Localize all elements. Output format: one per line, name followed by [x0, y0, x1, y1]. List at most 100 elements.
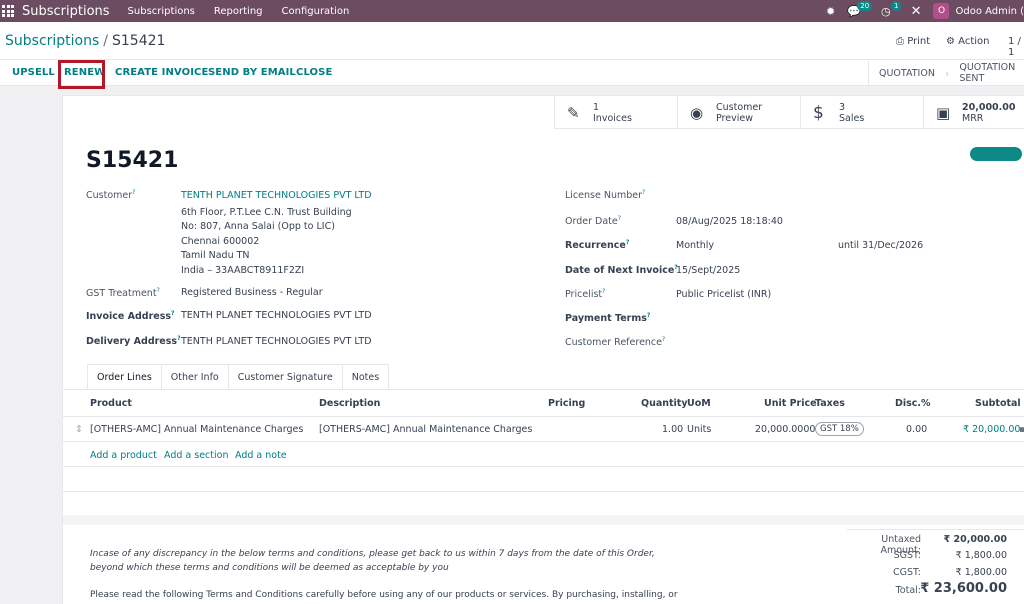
control-panel: Subscriptions / S15421 ⎙ Print ⚙ Action 1 …: [0, 22, 1024, 60]
delivery-address-label: Delivery Address?: [86, 335, 181, 347]
address-line-2: No: 807, Anna Salai (Opp to LIC): [181, 221, 335, 232]
sgst-label: SGST:: [893, 550, 921, 561]
next-invoice-field[interactable]: 15/Sept/2025: [676, 265, 740, 276]
row-disc[interactable]: 0.00: [906, 424, 927, 435]
address-line-4: Tamil Nadu TN: [181, 250, 250, 261]
help-icon[interactable]: ?: [647, 312, 650, 319]
address-line-5: India – 33AABCT8911F2ZI: [181, 265, 305, 276]
drag-handle-icon[interactable]: ⇕: [75, 424, 83, 435]
cgst-label: CGST:: [893, 567, 921, 578]
recurrence-field[interactable]: Monthly: [676, 240, 714, 251]
close-button[interactable]: CLOSE: [296, 67, 332, 78]
gst-field[interactable]: Registered Business - Regular: [181, 287, 323, 298]
add-product-link[interactable]: Add a product: [90, 450, 157, 461]
help-icon[interactable]: ?: [662, 336, 665, 343]
help-icon[interactable]: ?: [626, 239, 629, 246]
action-button[interactable]: ⚙ Action: [946, 36, 989, 47]
help-icon[interactable]: ?: [642, 189, 645, 196]
row-description[interactable]: [OTHERS-AMC] Annual Maintenance Charges: [319, 424, 532, 435]
license-label: License Number?: [565, 189, 645, 201]
row-uom[interactable]: Units: [687, 424, 711, 435]
messages-badge: 20: [857, 0, 873, 11]
pricelist-label-text: Pricelist: [565, 289, 603, 301]
tab-other-info[interactable]: Other Info: [160, 364, 229, 390]
tools-icon[interactable]: ✕: [911, 4, 922, 19]
help-icon[interactable]: ?: [132, 189, 135, 196]
row-divider: [63, 441, 1024, 442]
tab-order-lines[interactable]: Order Lines: [87, 364, 162, 390]
payment-terms-label-text: Payment Terms: [565, 313, 647, 325]
row-product[interactable]: [OTHERS-AMC] Annual Maintenance Charges: [90, 424, 303, 435]
chat-icon[interactable]: 💬 20: [847, 0, 873, 18]
app-grid-icon[interactable]: [2, 5, 16, 17]
dollar-icon: $: [813, 102, 824, 123]
col-description[interactable]: Description: [319, 398, 380, 409]
order-date-field[interactable]: 08/Aug/2025 18:18:40: [676, 216, 783, 227]
section-separator: [63, 515, 1024, 525]
breadcrumb: Subscriptions / S15421: [5, 33, 165, 49]
stage-quotation-sent[interactable]: QUOTATION SENT: [949, 62, 1024, 84]
col-disc[interactable]: Disc.%: [895, 398, 931, 409]
next-invoice-label-text: Date of Next Invoice: [565, 265, 675, 277]
customer-field[interactable]: TENTH PLANET TECHNOLOGIES PVT LTD: [181, 190, 372, 201]
send-email-button[interactable]: SEND BY EMAIL: [208, 67, 296, 78]
menu-configuration[interactable]: Configuration: [282, 6, 350, 17]
row-quantity[interactable]: 1.00: [662, 424, 683, 435]
row-unit-price[interactable]: 20,000.0000: [755, 424, 815, 435]
stage-quotation[interactable]: QUOTATION: [869, 68, 945, 79]
smart-sales-count: 3: [839, 101, 846, 113]
delivery-address-field[interactable]: TENTH PLANET TECHNOLOGIES PVT LTD: [181, 336, 372, 347]
customer-label: Customer?: [86, 189, 135, 201]
smart-button-customer-preview[interactable]: ◉ Customer Preview: [677, 96, 800, 129]
smart-button-mrr[interactable]: ▣ 20,000.00 MRR: [923, 96, 1024, 129]
help-icon[interactable]: ?: [171, 310, 174, 317]
smart-mrr-value: 20,000.00: [962, 101, 1016, 113]
smart-button-invoices[interactable]: ✎ 1 Invoices: [554, 96, 677, 129]
totals-panel: Untaxed Amount: ₹ 20,000.00 SGST: ₹ 1,80…: [847, 529, 1024, 596]
avatar[interactable]: O: [933, 3, 950, 19]
help-icon[interactable]: ?: [618, 215, 621, 222]
col-quantity[interactable]: Quantity: [641, 398, 688, 409]
create-invoice-button[interactable]: CREATE INVOICE: [115, 67, 208, 78]
app-brand[interactable]: Subscriptions: [22, 4, 110, 19]
breadcrumb-parent[interactable]: Subscriptions: [5, 33, 99, 49]
row-tax-badge[interactable]: GST 18%: [815, 422, 864, 436]
col-pricing[interactable]: Pricing: [548, 398, 585, 409]
customer-reference-label-text: Customer Reference: [565, 337, 663, 349]
header-divider: [63, 416, 1024, 417]
menu-subscriptions[interactable]: Subscriptions: [128, 6, 195, 17]
terms-body[interactable]: Please read the following Terms and Cond…: [90, 590, 690, 600]
user-name[interactable]: Odoo Admin (v: [955, 6, 1024, 17]
breadcrumb-separator: /: [103, 33, 108, 49]
col-taxes[interactable]: Taxes: [815, 398, 845, 409]
col-uom[interactable]: UoM: [687, 398, 711, 409]
tab-customer-signature[interactable]: Customer Signature: [227, 364, 343, 390]
pager[interactable]: 1 / 1: [1008, 36, 1024, 58]
trash-icon[interactable]: ▪: [1019, 424, 1024, 435]
untaxed-value: ₹ 20,000.00: [943, 534, 1007, 545]
bug-icon[interactable]: ✹: [826, 5, 835, 18]
top-navbar: Subscriptions Subscriptions Reporting Co…: [0, 0, 1024, 22]
smart-preview-line1: Customer: [716, 101, 763, 113]
renew-highlight: [58, 60, 105, 89]
tab-notes[interactable]: Notes: [341, 364, 390, 390]
invoice-address-field[interactable]: TENTH PLANET TECHNOLOGIES PVT LTD: [181, 310, 372, 321]
end-date-field[interactable]: until 31/Dec/2026: [838, 240, 923, 251]
next-invoice-label: Date of Next Invoice?: [565, 264, 678, 276]
help-icon[interactable]: ?: [157, 287, 160, 294]
smart-invoices-text: 1 Invoices: [593, 102, 632, 124]
smart-mrr-text: 20,000.00 MRR: [962, 102, 1016, 124]
add-section-link[interactable]: Add a section: [164, 450, 228, 461]
add-note-link[interactable]: Add a note: [235, 450, 287, 461]
upsell-button[interactable]: UPSELL: [12, 67, 55, 78]
col-unit-price[interactable]: Unit Price: [764, 398, 817, 409]
pricelist-field[interactable]: Public Pricelist (INR): [676, 289, 771, 300]
terms-note[interactable]: Incase of any discrepancy in the below t…: [90, 547, 690, 575]
col-subtotal[interactable]: Subtotal: [975, 398, 1021, 409]
smart-button-sales[interactable]: $ 3 Sales: [800, 96, 923, 129]
help-icon[interactable]: ?: [602, 288, 605, 295]
clock-icon[interactable]: ◷ 1: [881, 0, 902, 18]
col-product[interactable]: Product: [90, 398, 132, 409]
menu-reporting[interactable]: Reporting: [214, 6, 263, 17]
print-button[interactable]: ⎙ Print: [896, 36, 930, 47]
